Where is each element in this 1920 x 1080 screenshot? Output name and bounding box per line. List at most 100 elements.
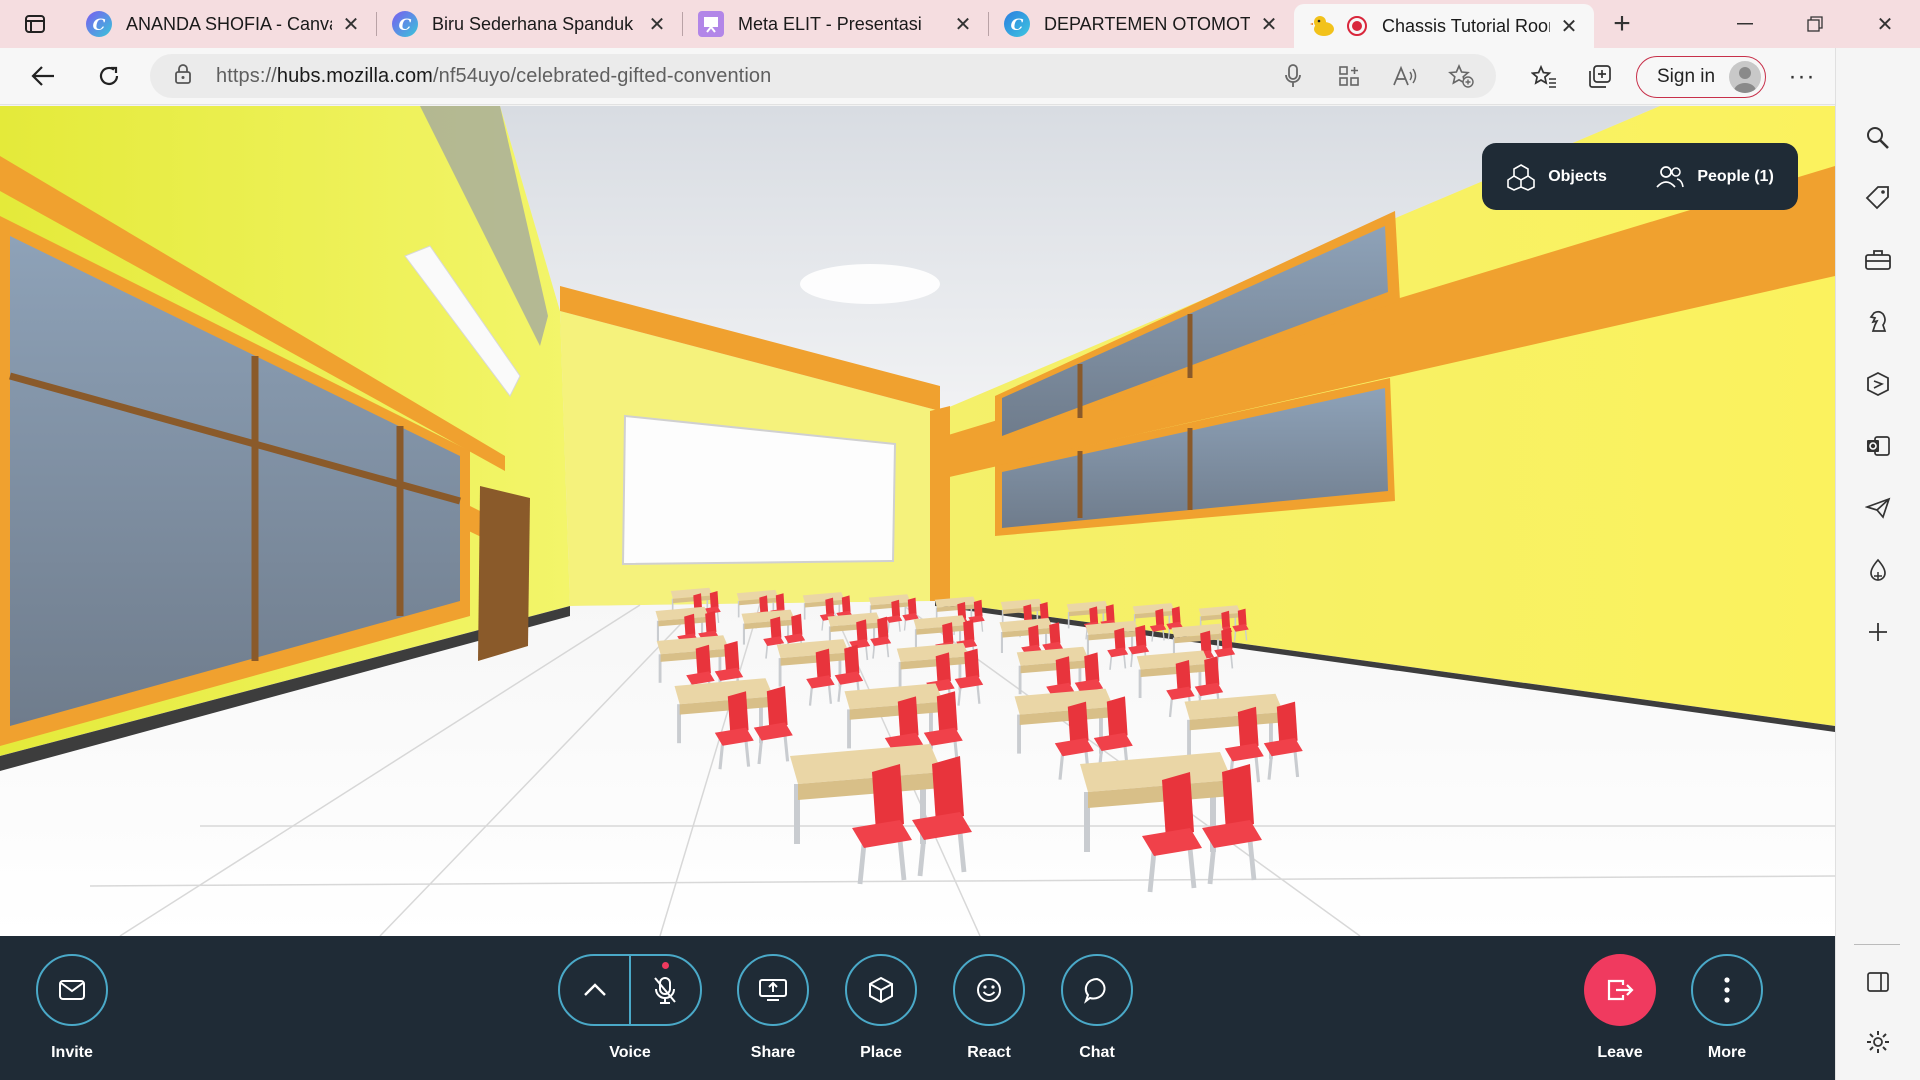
- close-tab-icon[interactable]: ✕: [340, 12, 362, 37]
- sidebar-settings-button[interactable]: [1858, 1022, 1898, 1062]
- browser-tab[interactable]: C ANANDA SHOFIA - Canva ✕: [70, 0, 376, 48]
- invite-label: Invite: [51, 1044, 93, 1061]
- outlook-sidebar-button[interactable]: [1858, 426, 1898, 466]
- browser-tab[interactable]: C DEPARTEMEN OTOMOTIF ✕: [988, 0, 1294, 48]
- plus-icon: [1869, 623, 1887, 641]
- place-button[interactable]: Place: [836, 954, 926, 1062]
- games-sidebar-button[interactable]: [1858, 302, 1898, 342]
- invite-button[interactable]: Invite: [27, 954, 117, 1062]
- smiley-icon: [977, 978, 1001, 1002]
- audio-options-button[interactable]: [560, 956, 629, 1024]
- more-button[interactable]: More: [1682, 954, 1772, 1062]
- voice-label: Voice: [609, 1044, 651, 1061]
- objects-icon: [1507, 163, 1536, 191]
- share-circle[interactable]: [737, 954, 809, 1026]
- duck-icon: [1310, 13, 1336, 39]
- browser-tab-active[interactable]: Chassis Tutorial Room ✕: [1294, 4, 1594, 48]
- collections-button[interactable]: [1572, 53, 1628, 101]
- window-controls: ✕: [1710, 0, 1920, 48]
- url-scheme: https://: [216, 64, 277, 87]
- tab-actions-button[interactable]: [0, 0, 70, 48]
- drop-icon: [1870, 558, 1886, 581]
- search-sidebar-button[interactable]: [1858, 118, 1898, 158]
- tab-title: DEPARTEMEN OTOMOTIF: [1044, 13, 1250, 34]
- add-sidebar-app-button[interactable]: [1858, 612, 1898, 652]
- presentation-icon: [698, 11, 724, 37]
- more-dots-icon: ···: [1788, 62, 1816, 90]
- tab-title: Chassis Tutorial Room: [1382, 15, 1550, 36]
- close-tab-icon[interactable]: ✕: [1558, 14, 1580, 39]
- add-favorite-icon[interactable]: [1444, 64, 1478, 88]
- minimize-button[interactable]: [1710, 0, 1780, 48]
- canva-icon: C: [1004, 11, 1030, 37]
- url-text: https://hubs.mozilla.com/nf54uyo/celebra…: [216, 65, 771, 88]
- recording-icon: [1346, 15, 1368, 37]
- tab-title: ANANDA SHOFIA - Canva: [126, 13, 332, 34]
- react-circle[interactable]: [953, 954, 1025, 1026]
- more-circle[interactable]: [1691, 954, 1763, 1026]
- place-circle[interactable]: [845, 954, 917, 1026]
- canva-icon: C: [392, 11, 418, 37]
- minimize-icon: [1737, 23, 1753, 25]
- shopping-sidebar-button[interactable]: [1858, 178, 1898, 218]
- mute-toggle-button[interactable]: [631, 956, 700, 1024]
- apps-icon[interactable]: [1332, 65, 1366, 87]
- outlook-icon: [1867, 436, 1890, 456]
- microphone-icon[interactable]: [1276, 63, 1310, 89]
- people-icon: [1656, 165, 1685, 188]
- tab-title: Meta ELIT - Presentasi: [738, 13, 922, 34]
- new-tab-button[interactable]: +: [1594, 0, 1650, 48]
- favorites-button[interactable]: [1516, 53, 1572, 101]
- microsoft365-sidebar-button[interactable]: [1858, 364, 1898, 404]
- voice-control: [558, 954, 702, 1026]
- close-tab-icon[interactable]: ✕: [952, 12, 974, 37]
- close-tab-icon[interactable]: ✕: [646, 12, 668, 37]
- office-icon: [1867, 371, 1889, 397]
- sidebar-toggle-icon: [1867, 972, 1889, 992]
- leave-button[interactable]: Leave: [1575, 954, 1665, 1062]
- classroom-render: [0, 106, 1835, 936]
- drop-sidebar-button[interactable]: [1858, 550, 1898, 590]
- mic-muted-icon: [654, 977, 677, 1004]
- refresh-icon: [99, 66, 119, 85]
- chat-label: Chat: [1079, 1044, 1115, 1061]
- close-tab-icon[interactable]: ✕: [1258, 12, 1280, 37]
- back-button[interactable]: [10, 52, 76, 100]
- hide-sidebar-button[interactable]: [1858, 962, 1898, 1002]
- browser-tab[interactable]: Meta ELIT - Presentasi ✕: [682, 0, 988, 48]
- invite-circle[interactable]: [36, 954, 108, 1026]
- vertical-dots-icon: [1724, 977, 1730, 1003]
- tab-strip: C ANANDA SHOFIA - Canva ✕ C Biru Sederha…: [0, 0, 1920, 48]
- close-icon: ✕: [1876, 13, 1894, 36]
- hubs-3d-scene[interactable]: Objects People (1): [0, 106, 1835, 936]
- favorites-icon: [1531, 64, 1556, 88]
- envelope-icon: [59, 980, 85, 1000]
- read-aloud-icon[interactable]: [1388, 65, 1422, 87]
- react-label: React: [967, 1044, 1011, 1061]
- chat-circle[interactable]: [1061, 954, 1133, 1026]
- browser-right-tools: Sign in ···: [1516, 48, 1830, 105]
- refresh-button[interactable]: [76, 52, 142, 100]
- people-button[interactable]: People (1): [1655, 165, 1774, 189]
- objects-button[interactable]: Objects: [1506, 163, 1607, 191]
- sign-in-button[interactable]: Sign in: [1636, 55, 1766, 98]
- close-window-button[interactable]: ✕: [1850, 0, 1920, 48]
- share-button[interactable]: Share: [728, 954, 818, 1062]
- settings-more-button[interactable]: ···: [1774, 53, 1830, 101]
- react-button[interactable]: React: [944, 954, 1034, 1062]
- share-label: Share: [750, 1044, 796, 1061]
- muted-indicator-dot: [661, 962, 669, 969]
- browser-tab[interactable]: C Biru Sederhana Spanduk P ✕: [376, 0, 682, 48]
- screen-share-icon: [759, 979, 787, 1001]
- scene-panel: Objects People (1): [1482, 143, 1798, 210]
- restore-button[interactable]: [1780, 0, 1850, 48]
- chat-button[interactable]: Chat: [1052, 954, 1142, 1062]
- more-label: More: [1707, 1044, 1747, 1061]
- address-bar[interactable]: https://hubs.mozilla.com/nf54uyo/celebra…: [150, 54, 1496, 98]
- leave-circle[interactable]: [1584, 954, 1656, 1026]
- send-sidebar-button[interactable]: [1858, 488, 1898, 528]
- tab-actions-icon: [25, 15, 45, 33]
- paper-plane-icon: [1865, 497, 1891, 519]
- tools-sidebar-button[interactable]: [1858, 240, 1898, 280]
- plus-icon: +: [1613, 7, 1631, 40]
